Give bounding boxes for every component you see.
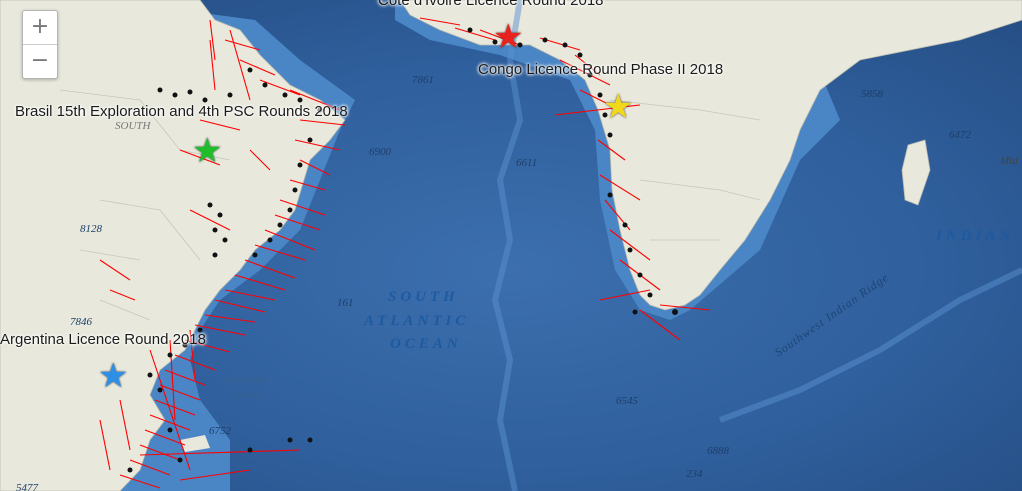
feature-label: Mid xyxy=(1000,155,1018,167)
star-glyph: ★ xyxy=(493,17,524,57)
depth-label: 5477 xyxy=(16,482,38,491)
depth-label: 6900 xyxy=(369,146,391,158)
depth-label: 7846 xyxy=(70,316,92,328)
argentina-star-icon[interactable]: ★ xyxy=(98,359,128,393)
zoom-control: + − xyxy=(22,10,58,79)
depth-label: 161 xyxy=(337,297,354,309)
ocean-label: ATLANTIC xyxy=(364,313,470,329)
ocean-label: OCEAN xyxy=(390,336,462,352)
star-glyph: ★ xyxy=(192,131,223,171)
depth-label: 6545 xyxy=(616,395,638,407)
feature-label: Argentine xyxy=(222,372,269,386)
zoom-in-button[interactable]: + xyxy=(23,11,57,44)
congo-star-icon[interactable]: ★ xyxy=(603,90,633,124)
depth-label: 6611 xyxy=(516,157,538,169)
depth-label: 6472 xyxy=(949,129,971,141)
brasil-star-icon[interactable]: ★ xyxy=(192,134,222,168)
region-label-brasil[interactable]: Brasil 15th Exploration and 4th PSC Roun… xyxy=(15,103,348,120)
depth-label: 6888 xyxy=(707,445,729,457)
map-canvas[interactable]: 7861 6900 6611 5858 6472 8128 161 7846 6… xyxy=(0,0,1022,491)
cote-divoire-star-icon[interactable]: ★ xyxy=(493,20,523,54)
star-glyph: ★ xyxy=(603,87,634,127)
zoom-out-button[interactable]: − xyxy=(23,44,57,78)
depth-label: 234 xyxy=(686,468,703,480)
ocean-label: SOUTH xyxy=(388,289,459,305)
feature-label: Basin xyxy=(236,387,264,401)
feature-label: SOUTH xyxy=(115,120,151,132)
star-glyph: ★ xyxy=(98,356,129,396)
ocean-label: INDIAN xyxy=(936,228,1015,244)
region-label-argentina[interactable]: Argentina Licence Round 2018 xyxy=(0,331,206,348)
depth-label: 6752 xyxy=(209,425,231,437)
region-label-congo[interactable]: Congo Licence Round Phase II 2018 xyxy=(478,61,723,78)
depth-label: 7861 xyxy=(412,74,434,86)
depth-label: 5858 xyxy=(861,88,883,100)
depth-label: 8128 xyxy=(80,223,102,235)
region-label-cote-divoire[interactable]: Côte d'Ivoire Licence Round 2018 xyxy=(378,0,604,9)
